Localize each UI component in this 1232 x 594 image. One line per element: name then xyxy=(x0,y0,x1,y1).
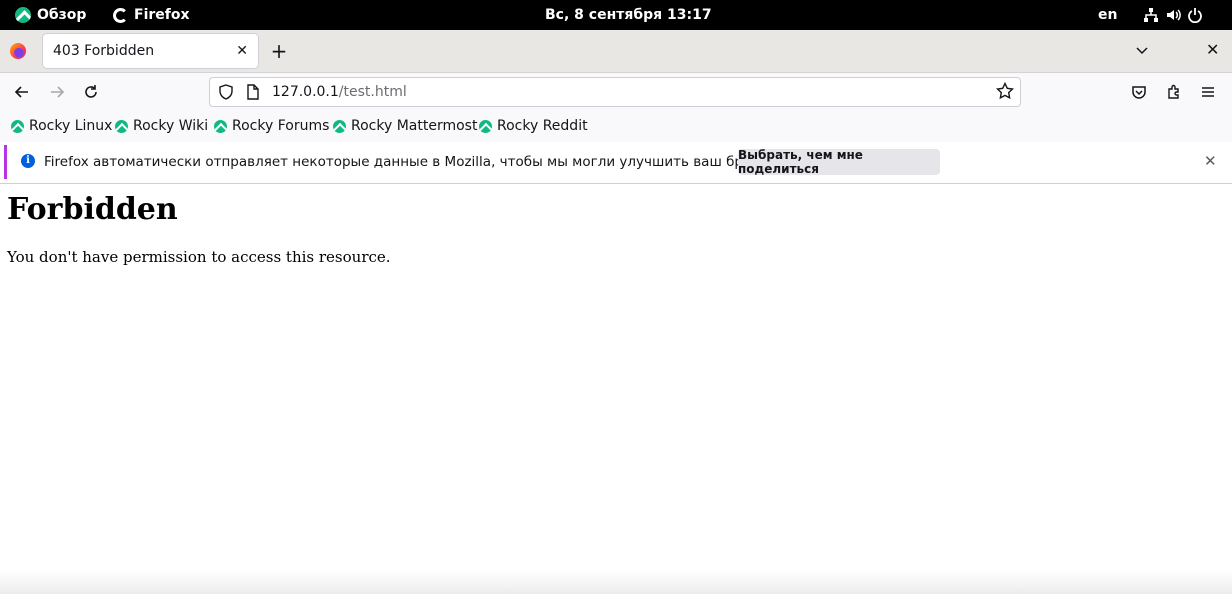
bookmark-rocky-linux[interactable]: Rocky Linux xyxy=(11,112,112,140)
bookmark-label: Rocky Linux xyxy=(29,118,113,134)
data-reporting-notification: i Firefox автоматически отправляет некот… xyxy=(4,145,1228,179)
bookmark-label: Rocky Wiki xyxy=(133,118,209,134)
tab-strip: 403 Forbidden ✕ + ✕ xyxy=(0,30,1232,72)
extensions-button[interactable] xyxy=(1161,79,1187,105)
app-menu-label: Firefox xyxy=(134,7,190,23)
navigation-toolbar: 127.0.0.1/test.html xyxy=(0,72,1232,112)
bookmark-label: Rocky Mattermost xyxy=(351,118,478,134)
clock[interactable]: Вс, 8 сентября 13:17 xyxy=(545,0,712,30)
rocky-logo-icon xyxy=(333,119,346,133)
activities-button[interactable]: Обзор xyxy=(15,0,86,30)
choose-what-to-share-button[interactable]: Выбрать, чем мне поделиться xyxy=(738,148,940,176)
tab-title: 403 Forbidden xyxy=(53,43,155,59)
bookmark-star-icon[interactable] xyxy=(996,82,1014,100)
arrow-left-icon xyxy=(14,86,28,98)
bookmark-rocky-wiki[interactable]: Rocky Wiki xyxy=(115,112,208,140)
close-notification-icon[interactable]: ✕ xyxy=(1204,152,1217,170)
bookmarks-toolbar: Rocky Linux Rocky Wiki Rocky Forums Rock… xyxy=(0,112,1232,142)
arrow-right-icon xyxy=(51,86,65,98)
reload-icon xyxy=(85,85,97,98)
activities-label: Обзор xyxy=(37,7,87,23)
puzzle-piece-icon xyxy=(1168,84,1179,99)
list-all-tabs-icon[interactable] xyxy=(1134,42,1150,58)
page-message: You don't have permission to access this… xyxy=(7,248,391,266)
pocket-icon xyxy=(1132,86,1146,99)
back-button[interactable] xyxy=(9,79,35,105)
info-icon: i xyxy=(21,154,35,168)
new-tab-button[interactable]: + xyxy=(268,39,290,63)
power-icon xyxy=(1188,8,1202,23)
rocky-logo-icon xyxy=(11,119,24,133)
keyboard-layout-label: en xyxy=(1098,7,1118,23)
reload-button[interactable] xyxy=(78,79,104,105)
rocky-logo-icon xyxy=(15,7,31,23)
tracking-protection-shield-icon[interactable] xyxy=(218,84,234,100)
system-status-menu[interactable] xyxy=(1143,0,1203,30)
bookmark-rocky-mattermost[interactable]: Rocky Mattermost xyxy=(333,112,477,140)
firefox-view-icon[interactable] xyxy=(10,43,26,59)
page-content: Forbidden You don't have permission to a… xyxy=(0,184,1232,570)
bookmark-label: Rocky Reddit xyxy=(497,118,588,134)
firefox-icon xyxy=(113,7,128,23)
system-top-bar: Обзор Firefox Вс, 8 сентября 13:17 en xyxy=(0,0,1232,30)
tab-active[interactable]: 403 Forbidden ✕ xyxy=(43,34,258,68)
pocket-button[interactable] xyxy=(1126,79,1152,105)
url-text[interactable]: 127.0.0.1/test.html xyxy=(272,84,407,100)
volume-icon xyxy=(1167,9,1181,21)
url-bar[interactable]: 127.0.0.1/test.html xyxy=(209,77,1021,107)
bookmark-rocky-forums[interactable]: Rocky Forums xyxy=(214,112,329,140)
clock-text: Вс, 8 сентября 13:17 xyxy=(545,7,712,23)
close-tab-icon[interactable]: ✕ xyxy=(236,43,248,59)
app-menu-button[interactable] xyxy=(1195,79,1221,105)
rocky-logo-icon xyxy=(115,119,128,133)
bookmark-rocky-reddit[interactable]: Rocky Reddit xyxy=(479,112,588,140)
url-path: /test.html xyxy=(338,84,407,100)
url-host: 127.0.0.1 xyxy=(272,84,339,100)
forward-button[interactable] xyxy=(44,79,70,105)
keyboard-layout-indicator[interactable]: en xyxy=(1098,0,1117,30)
page-heading: Forbidden xyxy=(7,192,178,227)
bottom-edge xyxy=(0,570,1232,594)
hamburger-menu-icon xyxy=(1202,87,1214,97)
bookmark-label: Rocky Forums xyxy=(232,118,330,134)
rocky-logo-icon xyxy=(479,119,492,133)
page-info-icon[interactable] xyxy=(246,84,260,100)
app-menu-firefox[interactable]: Firefox xyxy=(113,0,190,30)
rocky-logo-icon xyxy=(214,119,227,133)
window-close-button[interactable]: ✕ xyxy=(1206,40,1219,59)
notification-text: Firefox автоматически отправляет некотор… xyxy=(44,154,788,170)
network-icon xyxy=(1144,8,1158,22)
